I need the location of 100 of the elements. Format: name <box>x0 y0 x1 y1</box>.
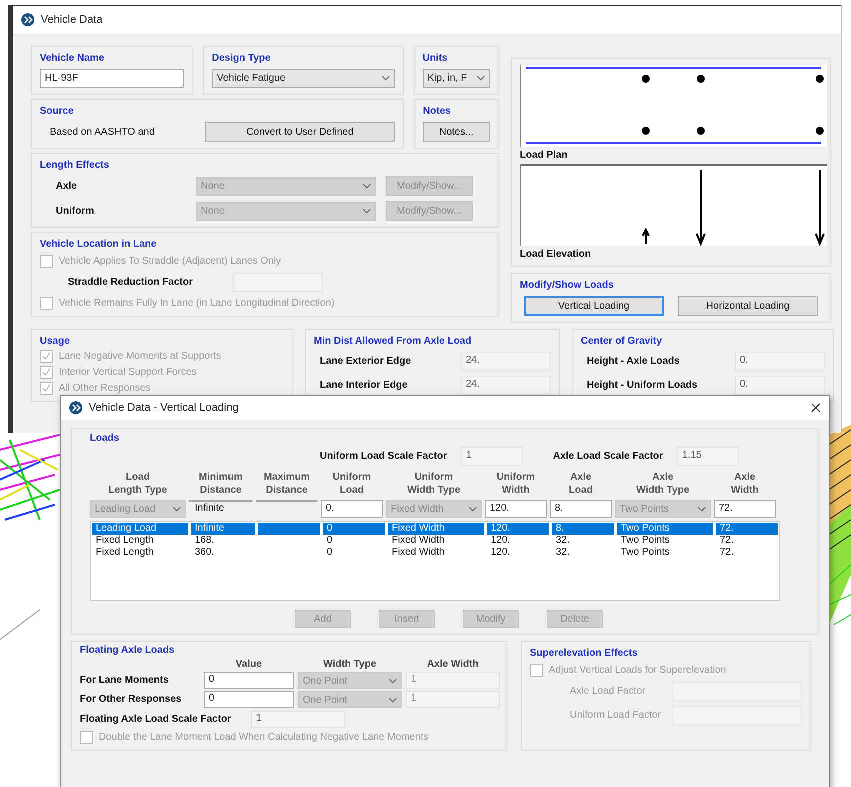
design-type-dropdown[interactable]: Vehicle Fatigue <box>212 69 395 88</box>
input-field[interactable]: 1 <box>461 447 524 466</box>
input-field[interactable]: 24. <box>461 376 551 395</box>
group-label: Length Effects <box>40 160 110 171</box>
table-cell[interactable]: Two Points <box>617 523 713 535</box>
group-label: Notes <box>423 106 451 117</box>
row-highlight[interactable] <box>258 523 320 535</box>
table-cell[interactable]: 8. <box>552 523 614 535</box>
checkbox-label: Lane Negative Moments at Supports <box>59 351 222 362</box>
group-label: Min Dist Allowed From Axle Load <box>314 336 472 347</box>
column-header: Axle Width <box>426 659 480 670</box>
checkbox[interactable] <box>40 366 53 379</box>
app-icon <box>69 401 83 415</box>
field-label: For Other Responses <box>80 694 183 705</box>
table-cell[interactable]: Two Points <box>617 547 713 559</box>
field-label: Axle Load Factor <box>570 686 646 697</box>
caret-icon <box>363 184 371 188</box>
table-cell[interactable]: 120. <box>487 523 549 535</box>
column-header: Distance <box>200 484 242 497</box>
input-field[interactable]: 0 <box>204 691 294 708</box>
window-title: Vehicle Data <box>41 14 103 26</box>
table-cell[interactable]: 120. <box>487 535 549 547</box>
field-label: Height - Uniform Loads <box>587 380 698 391</box>
column-header: Load <box>569 484 593 497</box>
column-header: Load <box>126 471 150 484</box>
input-field[interactable]: 0 <box>204 672 294 689</box>
group-label: Usage <box>40 336 70 347</box>
input-field[interactable]: 8. <box>550 500 612 518</box>
group-label: Vehicle Name <box>40 53 104 64</box>
caret-icon <box>389 698 397 702</box>
table-cell[interactable]: 72. <box>716 547 778 559</box>
column-header: Load <box>340 484 364 497</box>
table-cell[interactable]: 120. <box>487 547 549 559</box>
group-label: Superelevation Effects <box>530 648 638 659</box>
input-field[interactable]: 1 <box>251 711 346 728</box>
field-label: Uniform <box>55 206 96 216</box>
checkbox[interactable] <box>40 382 53 395</box>
vehicle-name-field[interactable]: HL-93F <box>40 69 184 88</box>
table-cell: Infinite <box>189 500 253 518</box>
input-field[interactable]: 0. <box>735 376 825 395</box>
checkbox[interactable] <box>40 350 53 363</box>
checkbox-label: Interior Vertical Support Forces <box>59 367 197 378</box>
group-label: Units <box>422 53 448 64</box>
column-header: Axle <box>652 471 674 484</box>
notes-button[interactable]: Notes... <box>423 122 490 142</box>
checkbox[interactable] <box>530 664 543 677</box>
field-label: Straddle Reduction Factor <box>68 277 194 288</box>
table-cell[interactable]: 72. <box>716 523 778 535</box>
table-cell[interactable]: Fixed Length <box>92 535 188 547</box>
input-field[interactable]: 120. <box>485 500 547 518</box>
column-header: Axle <box>734 471 756 484</box>
table-cell[interactable]: Leading Load <box>92 523 188 535</box>
group-label: Loads <box>90 433 120 444</box>
checkbox[interactable] <box>40 255 53 268</box>
field-label: Uniform Load Factor <box>570 710 662 721</box>
input-field[interactable]: 72. <box>714 500 776 518</box>
checkbox[interactable] <box>40 297 53 310</box>
field-label: Axle Load Scale Factor <box>553 451 664 462</box>
table-cell[interactable]: 32. <box>552 535 614 547</box>
column-header: Axle <box>570 471 592 484</box>
units-dropdown[interactable]: Kip, in, F <box>422 69 490 88</box>
table-cell[interactable]: 0 <box>323 547 385 559</box>
table-cell[interactable]: Fixed Width <box>388 523 484 535</box>
input-field[interactable]: 0. <box>321 500 383 518</box>
group-label: Floating Axle Loads <box>80 645 175 656</box>
table-cell[interactable]: 360. <box>191 547 255 559</box>
loading-button[interactable]: Vertical Loading <box>524 296 664 316</box>
input-field[interactable]: 0. <box>735 352 825 371</box>
table-cell[interactable]: Fixed Width <box>388 535 484 547</box>
field-label: Uniform Load Scale Factor <box>320 451 448 462</box>
caret-icon <box>389 678 397 684</box>
column-header: Length Type <box>108 484 168 497</box>
column-header: Width Type <box>322 659 378 670</box>
input-field[interactable]: 1.15 <box>677 447 740 466</box>
table-cell[interactable]: 0 <box>323 523 385 535</box>
convert-button[interactable]: Convert to User Defined <box>205 122 396 142</box>
table-cell[interactable]: 0 <box>323 535 385 547</box>
checkbox-label: Adjust Vertical Loads for Superelevation <box>549 665 726 676</box>
field-label: Axle <box>55 180 78 192</box>
checkbox[interactable] <box>80 731 93 744</box>
caret-icon <box>698 506 706 512</box>
table-list[interactable]: Leading Load Infinite 0 Fixed Width 120. 8. Two Points 72. Fixed Length 168. 0 Fixed Width 120. 32. Two Points 72. Fixed Length 360. 0 Fixed Width 120. 32. Two Points 72. <box>90 521 780 601</box>
table-cell[interactable]: 32. <box>552 547 614 559</box>
loading-button[interactable]: Horizontal Loading <box>678 296 818 316</box>
caret-icon <box>476 76 485 81</box>
column-header: Width <box>502 484 530 497</box>
table-cell[interactable]: Fixed Length <box>92 547 188 559</box>
caret-icon <box>363 208 371 214</box>
field-label: For Lane Moments <box>80 675 170 686</box>
input-field[interactable]: 24. <box>461 352 551 371</box>
close-icon[interactable] <box>811 403 821 413</box>
table-cell[interactable]: Infinite <box>191 523 255 535</box>
table-cell[interactable]: Fixed Width <box>388 547 484 559</box>
column-header: Uniform <box>414 471 454 484</box>
column-header: Maximum <box>264 471 310 484</box>
table-cell[interactable]: 168. <box>191 535 255 547</box>
table-cell[interactable]: 72. <box>716 535 778 547</box>
table-cell[interactable]: Two Points <box>617 535 713 547</box>
source-text: Based on AASHTO and <box>50 126 155 138</box>
group-label: Modify/Show Loads <box>520 280 614 291</box>
